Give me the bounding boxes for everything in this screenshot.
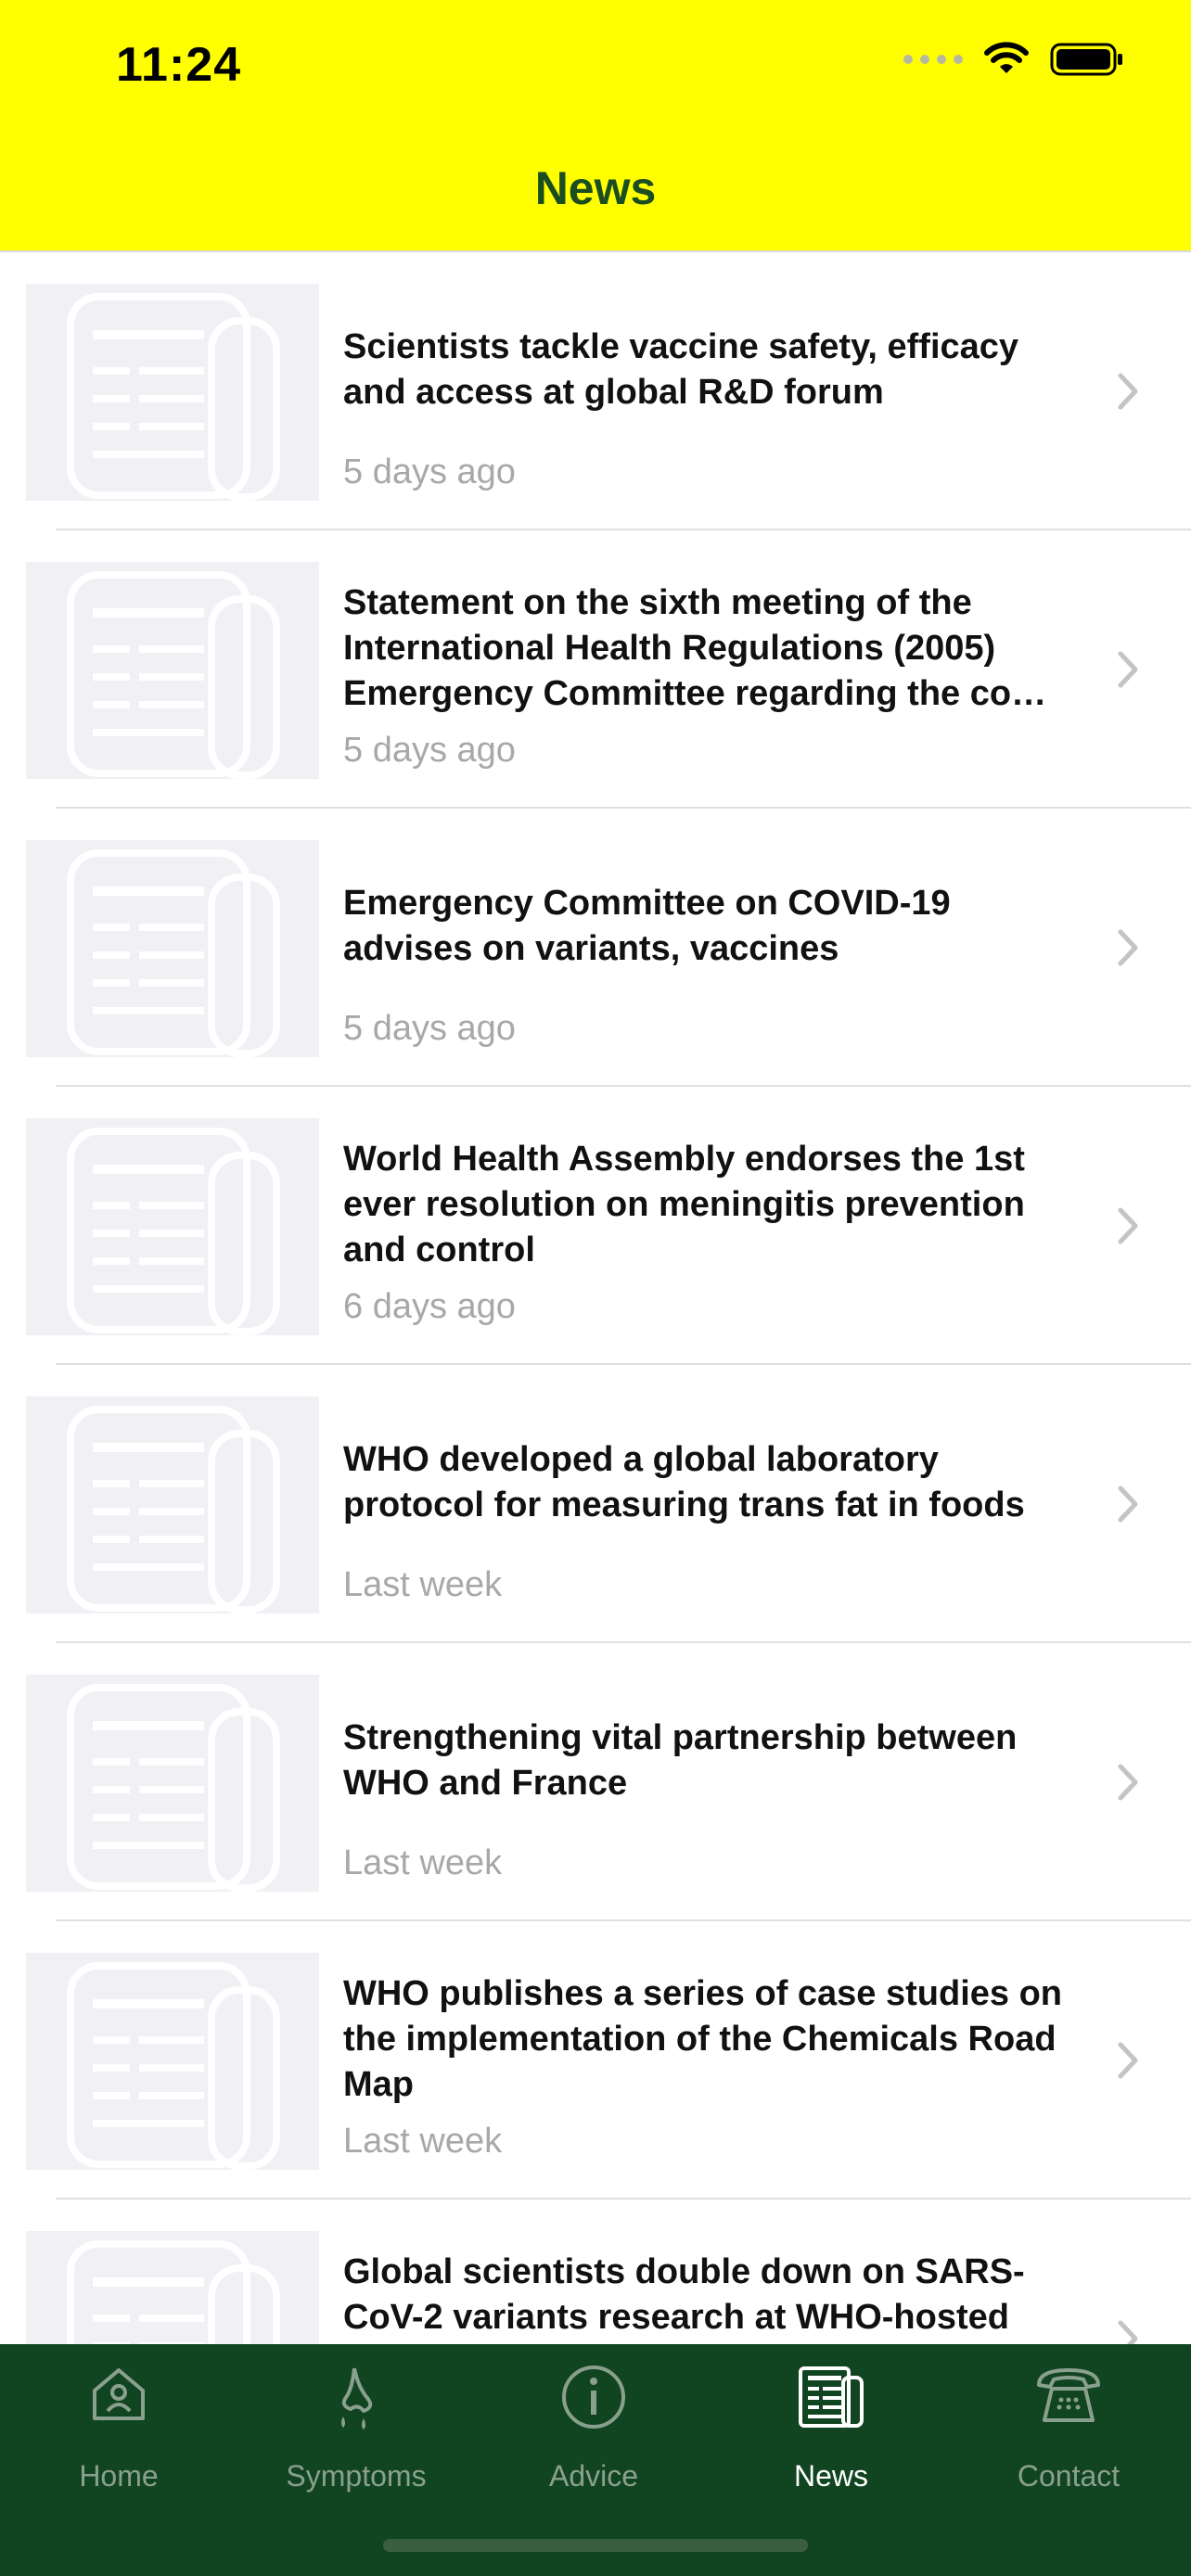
news-title: Global scientists double down on SARS-Co… [343,2252,1025,2337]
tab-advice[interactable]: Advice [475,2344,712,2511]
tab-contact[interactable]: Contact [950,2344,1187,2511]
news-row[interactable]: Statement on the sixth meeting of the In… [0,530,1191,809]
info-icon [562,2366,625,2429]
chevron-right-icon [1118,373,1138,410]
newspaper-thumbnail-icon [26,1118,319,1335]
page-title: News [534,162,657,214]
battery-icon [1050,43,1122,76]
chevron-right-icon [1118,929,1138,966]
newspaper-thumbnail-icon [26,2231,319,2344]
news-time: 6 days ago [343,1287,516,1326]
news-title: Strengthening vital partnership between … [343,1718,1018,1803]
news-title: WHO publishes a series of case studies o… [343,1974,1063,2104]
wifi-icon [984,42,1029,73]
nose-icon [341,2367,373,2429]
newspaper-thumbnail-icon [26,1675,319,1892]
navigation-header: 11:24 News [0,0,1191,252]
news-title: WHO developed a global laboratory protoc… [343,1440,1025,1524]
news-row[interactable]: Scientists tackle vaccine safety, effica… [0,252,1191,530]
chevron-right-icon [1118,2042,1138,2079]
home-indicator[interactable] [383,2539,808,2552]
news-time: 5 days ago [343,1009,516,1048]
status-time: 11:24 [116,38,242,92]
news-row[interactable]: WHO developed a global laboratory protoc… [0,1365,1191,1643]
newspaper-thumbnail-icon [26,840,319,1057]
news-title: Scientists tackle vaccine safety, effica… [343,327,1019,412]
newspaper-thumbnail-icon [26,284,319,501]
news-row[interactable]: Emergency Committee on COVID-19 advises … [0,809,1191,1087]
chevron-right-icon [1118,1764,1138,1801]
tab-news-label: News [793,2459,868,2493]
tab-symptoms-label: Symptoms [286,2459,427,2493]
news-row[interactable]: Global scientists double down on SARS-Co… [0,2200,1191,2344]
news-title: World Health Assembly endorses the 1st e… [343,1140,1025,1269]
news-row[interactable]: Strengthening vital partnership between … [0,1643,1191,1921]
news-title: Statement on the sixth meeting of the In… [343,583,1047,713]
cellular-signal-icon [903,55,963,64]
news-title: Emergency Committee on COVID-19 advises … [343,884,951,968]
chevron-right-icon [1118,651,1138,688]
news-row[interactable]: World Health Assembly endorses the 1st e… [0,1087,1191,1365]
chevron-right-icon [1118,2320,1138,2344]
tab-home-label: Home [79,2459,159,2493]
news-time: Last week [343,1843,503,1882]
chevron-right-icon [1118,1486,1138,1523]
news-time: 5 days ago [343,731,516,770]
news-time: Last week [343,2122,503,2161]
status-icons [903,41,1124,78]
tab-home[interactable]: Home [0,2344,237,2511]
news-time: Last week [343,1565,503,1604]
tab-news[interactable]: News [712,2344,950,2511]
tab-contact-label: Contact [1017,2459,1121,2493]
chevron-right-icon [1118,1207,1138,1244]
tab-symptoms[interactable]: Symptoms [237,2344,475,2511]
telephone-icon [1037,2368,1100,2422]
tab-advice-label: Advice [548,2459,639,2493]
newspaper-thumbnail-icon [26,562,319,779]
news-time: 5 days ago [343,453,516,491]
newspaper-thumbnail-icon [26,1396,319,1613]
news-row[interactable]: WHO publishes a series of case studies o… [0,1921,1191,2200]
newspaper-thumbnail-icon [26,1953,319,2170]
news-list[interactable]: Scientists tackle vaccine safety, effica… [0,252,1191,2344]
home-icon [93,2368,145,2420]
newspaper-icon [799,2366,864,2428]
